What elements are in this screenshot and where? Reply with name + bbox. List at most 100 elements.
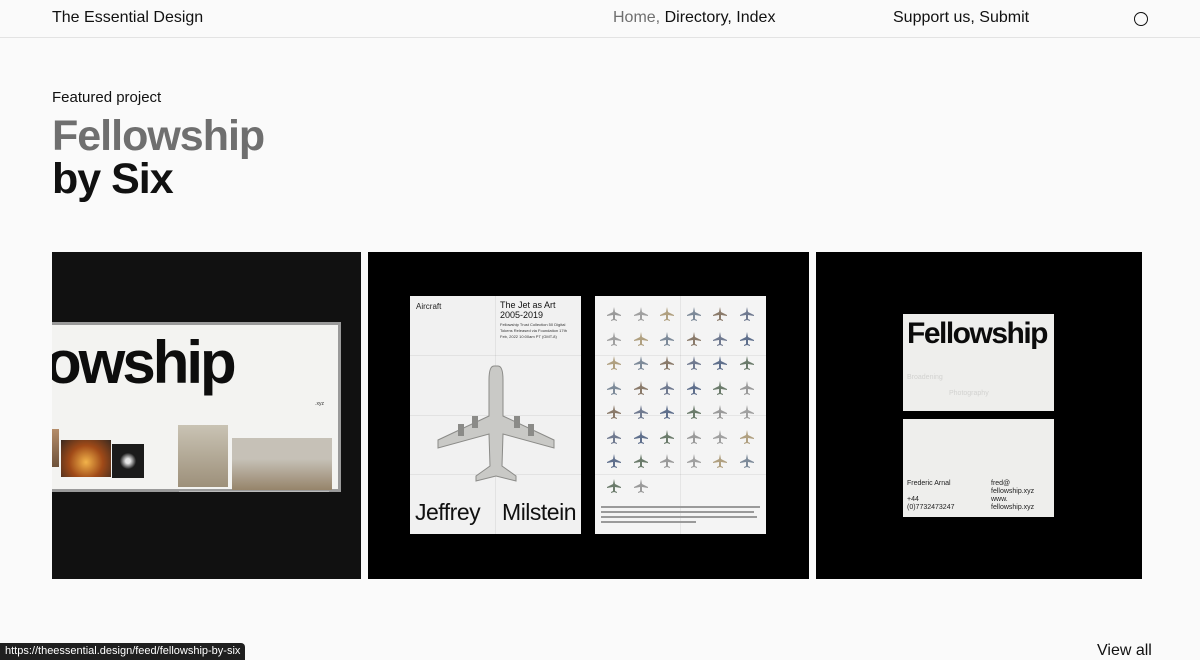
card-email: fred@ fellowship.xyz <box>991 480 1034 496</box>
poster-label: Aircraft <box>416 302 442 311</box>
billboard-photo <box>52 429 59 467</box>
mini-aircraft-icon <box>633 356 648 371</box>
card-website-line: fellowship.xyz <box>991 504 1035 511</box>
mini-aircraft-icon <box>739 307 754 322</box>
poster-last-name: Milstein <box>502 499 576 525</box>
project-title-line1: Fellowship <box>52 112 265 160</box>
billboard-photo <box>61 440 111 477</box>
poster-title-line1: The Jet as Art <box>500 300 556 310</box>
poster-title-line2: 2005-2019 <box>500 310 544 320</box>
jet-plane-icon <box>437 365 555 482</box>
business-card-back: Frederic Arnal +44 (0)7732473247 fred@ f… <box>903 419 1054 517</box>
mini-aircraft-icon <box>713 454 728 469</box>
mini-aircraft-icon <box>633 331 648 346</box>
poster-meta: Fellowship Trust Collection 50 Digital T… <box>500 322 567 339</box>
circle-menu-icon[interactable] <box>1134 12 1148 26</box>
card-phone: +44 (0)7732473247 <box>907 496 955 512</box>
top-navigation-bar: The Essential Design Home, Directory, In… <box>0 0 1200 38</box>
billboard-caption-line <box>179 491 329 492</box>
mini-aircraft-icon <box>713 307 728 322</box>
support-us-link[interactable]: Support us, <box>893 9 975 26</box>
mini-aircraft-icon <box>686 307 701 322</box>
mini-aircraft-icon <box>686 454 701 469</box>
mini-aircraft-icon <box>633 405 648 420</box>
mini-aircraft-icon <box>713 380 728 395</box>
jet-poster: Aircraft The Jet as Art 2005-2019 Fellow… <box>410 296 581 534</box>
aircraft-grid <box>601 302 760 498</box>
mini-aircraft-icon <box>607 429 622 444</box>
card-email-line: fellowship.xyz <box>991 488 1035 495</box>
billboard-photo <box>112 444 144 478</box>
mini-aircraft-icon <box>607 478 622 493</box>
mini-aircraft-icon <box>686 331 701 346</box>
business-card-front: Fellowship Broadening Photography <box>903 314 1054 411</box>
mini-aircraft-icon <box>633 429 648 444</box>
mini-aircraft-icon <box>633 307 648 322</box>
gallery-image-business-cards[interactable]: Fellowship Broadening Photography Freder… <box>816 252 1142 579</box>
project-title-link[interactable]: Fellowship by Six <box>52 112 265 203</box>
billboard-tld: .xyz <box>315 401 324 407</box>
mini-aircraft-icon <box>607 331 622 346</box>
mini-aircraft-icon <box>633 454 648 469</box>
mini-aircraft-icon <box>660 380 675 395</box>
mini-aircraft-icon <box>739 380 754 395</box>
view-all-link[interactable]: View all <box>1097 642 1152 660</box>
gallery-image-billboard[interactable]: owship .xyz <box>52 252 361 579</box>
mini-aircraft-icon <box>660 307 675 322</box>
nav-home-link[interactable]: Home, <box>613 9 660 26</box>
text-line <box>601 516 757 518</box>
card-email-line: fred@ <box>991 480 1011 487</box>
card-wordmark: Fellowship <box>907 317 1049 350</box>
mini-aircraft-icon <box>713 331 728 346</box>
mini-aircraft-icon <box>713 356 728 371</box>
mini-aircraft-icon <box>607 454 622 469</box>
card-name: Frederic Arnal <box>907 480 951 487</box>
mini-aircraft-icon <box>739 405 754 420</box>
poster-body-text <box>601 506 760 526</box>
billboard-wordmark: owship <box>52 329 237 396</box>
mini-aircraft-icon <box>607 307 622 322</box>
mini-aircraft-icon <box>660 405 675 420</box>
mini-aircraft-icon <box>660 331 675 346</box>
mini-aircraft-icon <box>686 405 701 420</box>
card-phone-line: (0)7732473247 <box>907 504 955 511</box>
mini-aircraft-icon <box>660 454 675 469</box>
mini-aircraft-icon <box>633 380 648 395</box>
text-line <box>601 521 697 523</box>
card-phone-line: +44 <box>907 496 919 503</box>
text-line <box>601 511 754 513</box>
project-title-line2: by Six <box>52 155 174 203</box>
mini-aircraft-icon <box>739 331 754 346</box>
billboard-photo <box>178 425 228 487</box>
mini-aircraft-icon <box>739 429 754 444</box>
submit-link[interactable]: Submit <box>979 9 1029 26</box>
mini-aircraft-icon <box>660 429 675 444</box>
mini-aircraft-icon <box>633 478 648 493</box>
card-website-line: www. <box>991 496 1008 503</box>
primary-nav: Home, Directory, Index <box>613 9 775 27</box>
mini-aircraft-icon <box>607 380 622 395</box>
card-faint-text: Broadening <box>907 374 943 381</box>
billboard-photo <box>232 438 332 490</box>
secondary-nav: Support us, Submit <box>893 9 1029 27</box>
mini-aircraft-icon <box>660 356 675 371</box>
mini-aircraft-icon <box>739 356 754 371</box>
poster-artist-name: Jeffrey Milstein <box>415 499 576 526</box>
billboard-poster: owship .xyz <box>52 325 338 492</box>
browser-status-url: https://theessential.design/feed/fellows… <box>0 643 246 660</box>
mini-aircraft-icon <box>713 405 728 420</box>
mini-aircraft-icon <box>607 356 622 371</box>
nav-directory-link[interactable]: Directory, <box>665 9 732 26</box>
poster-first-name: Jeffrey <box>415 499 481 525</box>
card-website: www. fellowship.xyz <box>991 496 1034 512</box>
nav-index-link[interactable]: Index <box>736 9 775 26</box>
gallery-image-posters[interactable]: Aircraft The Jet as Art 2005-2019 Fellow… <box>368 252 809 579</box>
mini-aircraft-icon <box>607 405 622 420</box>
site-brand-link[interactable]: The Essential Design <box>52 9 203 27</box>
text-line <box>601 506 760 508</box>
billboard-frame: owship .xyz <box>52 322 341 492</box>
poster-title: The Jet as Art 2005-2019 <box>500 300 556 320</box>
mini-aircraft-icon <box>686 380 701 395</box>
mini-aircraft-icon <box>713 429 728 444</box>
card-faint-text: Photography <box>949 390 989 397</box>
